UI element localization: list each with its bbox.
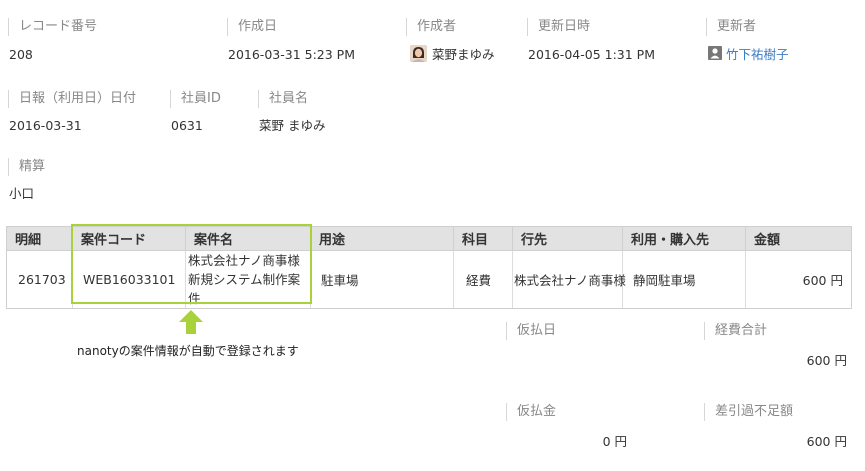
updated-at-value: 2016-04-05 1:31 PM — [528, 47, 655, 62]
amount-cell: 600 円 — [745, 250, 852, 309]
table-row: 261703 WEB16033101 株式会社ナノ商事様 新規システム制作案件 … — [6, 250, 852, 309]
destination-cell: 株式会社ナノ商事様 — [512, 250, 626, 309]
balance-shortage-label: 差引過不足額 — [704, 403, 793, 421]
account-cell: 経費 — [453, 250, 513, 309]
expense-total-value: 600 円 — [806, 353, 847, 368]
project-name-line1: 株式会社ナノ商事様 — [188, 253, 300, 268]
expense-detail-table: 明細 案件コード 案件名 用途 科目 行先 利用・購入先 金額 261703 W… — [6, 226, 852, 309]
record-number-field: レコード番号 — [8, 18, 97, 36]
column-header-account: 科目 — [453, 226, 513, 251]
creator-label: 作成者 — [406, 18, 456, 36]
column-header-destination: 行先 — [512, 226, 623, 251]
detail-cell: 261703 — [6, 250, 73, 309]
settlement-field: 精算 — [8, 158, 45, 176]
advance-amount-label: 仮払金 — [506, 403, 556, 421]
employee-name-field: 社員名 — [258, 90, 308, 108]
table-header-row: 明細 案件コード 案件名 用途 科目 行先 利用・購入先 金額 — [6, 226, 852, 251]
employee-id-value: 0631 — [171, 118, 203, 133]
settlement-label: 精算 — [8, 158, 45, 176]
advance-amount-value: 0 円 — [602, 434, 627, 449]
column-header-project-name: 案件名 — [185, 226, 311, 251]
employee-name-label: 社員名 — [258, 90, 308, 108]
advance-date-label: 仮払日 — [506, 322, 556, 340]
updated-at-label: 更新日時 — [527, 18, 590, 36]
annotation-note: nanotyの案件情報が自動で登録されます — [77, 344, 299, 358]
balance-shortage-value: 600 円 — [806, 434, 847, 449]
purpose-cell: 駐車場 — [310, 250, 454, 309]
user-icon — [708, 46, 722, 60]
created-at-label: 作成日 — [227, 18, 277, 36]
vendor-cell: 静岡駐車場 — [622, 250, 746, 309]
column-header-amount: 金額 — [745, 226, 852, 251]
record-number-label: レコード番号 — [8, 18, 97, 36]
updater-label: 更新者 — [706, 18, 756, 36]
updater-field: 更新者 — [706, 18, 756, 36]
employee-id-label: 社員ID — [170, 90, 221, 108]
project-name-line2: 新規システム制作案件 — [188, 272, 301, 306]
expense-total-label: 経費合計 — [704, 322, 767, 340]
column-header-purpose: 用途 — [310, 226, 454, 251]
updater-link[interactable]: 竹下祐樹子 — [726, 47, 789, 63]
settlement-value: 小口 — [9, 186, 35, 201]
project-name-cell: 株式会社ナノ商事様 新規システム制作案件 — [185, 250, 311, 309]
project-code-cell: WEB16033101 — [72, 250, 186, 309]
created-at-field: 作成日 — [227, 18, 277, 36]
up-arrow-icon — [178, 309, 204, 335]
column-header-detail: 明細 — [6, 226, 73, 251]
report-date-label: 日報（利用日）日付 — [8, 90, 136, 108]
report-date-value: 2016-03-31 — [9, 118, 82, 133]
column-header-project-code: 案件コード — [72, 226, 186, 251]
employee-id-field: 社員ID — [170, 90, 221, 108]
created-at-value: 2016-03-31 5:23 PM — [228, 47, 355, 62]
report-date-field: 日報（利用日）日付 — [8, 90, 136, 108]
creator-value: 菜野まゆみ — [432, 47, 495, 62]
creator-avatar — [410, 45, 427, 62]
creator-field: 作成者 — [406, 18, 456, 36]
employee-name-value: 菜野 まゆみ — [259, 118, 326, 133]
record-number-value: 208 — [9, 47, 33, 62]
column-header-vendor: 利用・購入先 — [622, 226, 746, 251]
updated-at-field: 更新日時 — [527, 18, 590, 36]
